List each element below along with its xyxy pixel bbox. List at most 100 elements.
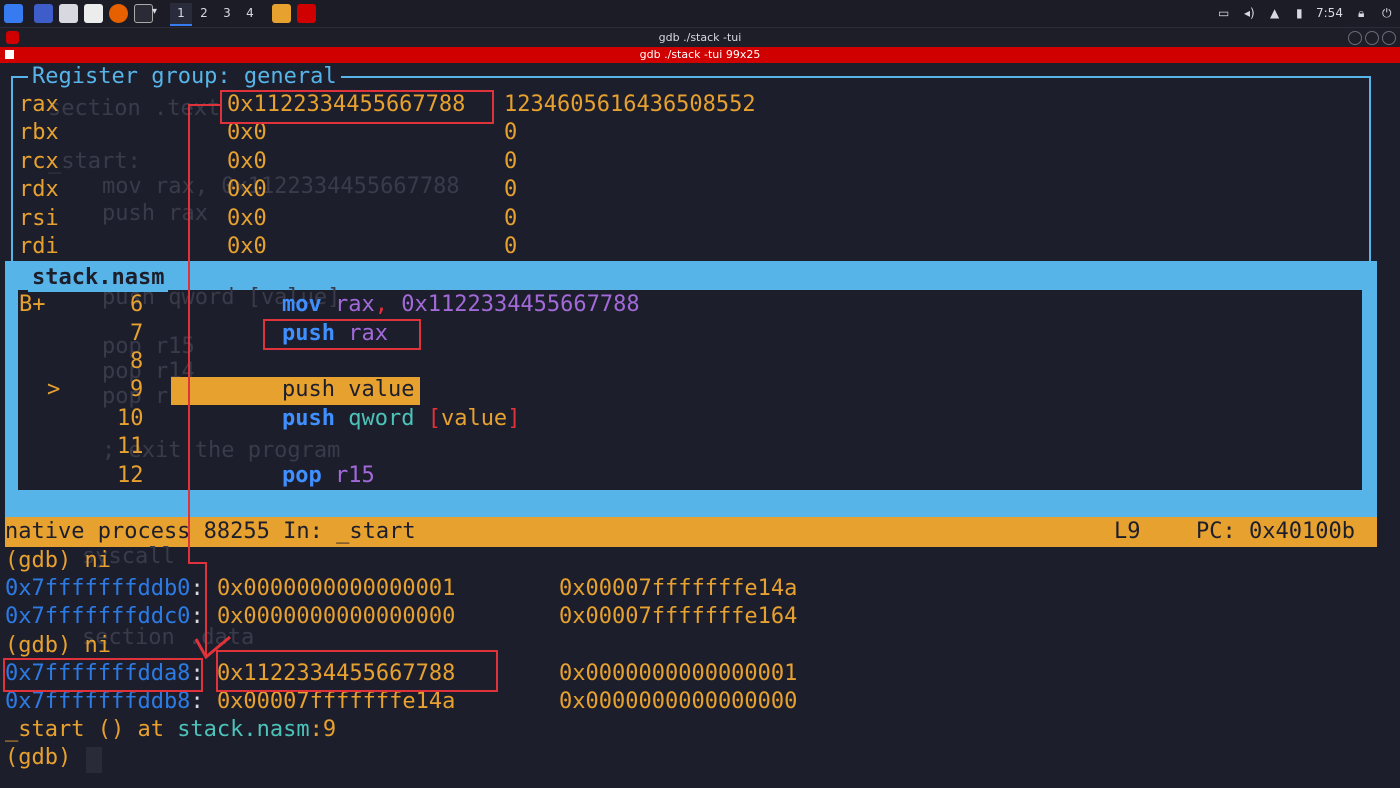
text-editor-icon[interactable] <box>84 4 103 23</box>
register-name: rsi <box>19 205 59 231</box>
current-line-marker: > <box>47 377 61 402</box>
close-button[interactable] <box>1382 31 1396 45</box>
terminal-tab-title: gdb ./stack -tui 99x25 <box>639 48 761 61</box>
memory-value: 0x0000000000000001 <box>559 661 798 686</box>
register-name: rax <box>19 92 59 117</box>
battery-icon[interactable]: ▮ <box>1296 5 1303 22</box>
window-title: gdb ./stack -tui <box>658 31 742 44</box>
workspace-3[interactable]: 3 <box>216 3 238 24</box>
terminal[interactable]: section .text _start: mov rax, 0x1122334… <box>0 63 1400 788</box>
terminal-tab-bar[interactable]: gdb ./stack -tui 99x25 <box>0 47 1400 63</box>
register-dec: 0 <box>504 177 518 203</box>
memory-value: 0x00007fffffffe14a <box>216 689 456 714</box>
memory-value: 0x0000000000000000 <box>559 689 798 714</box>
annotation-box-value <box>216 650 498 692</box>
annotation-arrowhead <box>194 635 231 660</box>
bracket: ] <box>507 406 521 431</box>
register-name: rcx <box>19 148 59 174</box>
memory-value: 0x0000000000000001 <box>216 576 456 601</box>
register-hex: 0x0 <box>227 148 267 174</box>
annotation-box-rax <box>220 90 494 124</box>
register-dec: 0 <box>504 120 518 146</box>
memory-value: 0x00007fffffffe164 <box>559 604 798 629</box>
source-panel-title: stack.nasm <box>28 264 169 292</box>
file-manager-icon[interactable] <box>59 4 78 23</box>
opcode: push <box>282 406 335 431</box>
memory-address: 0x7fffffffddb8 <box>5 689 191 714</box>
register-name: rdx <box>19 177 59 203</box>
ghost-text: pop r15 <box>102 334 195 359</box>
memory-address: 0x7fffffffddc0 <box>5 604 191 629</box>
workspace-4[interactable]: 4 <box>239 3 261 24</box>
register-name: rbx <box>19 120 59 146</box>
minimize-button[interactable] <box>1348 31 1362 45</box>
volume-icon[interactable]: ◂) <box>1244 5 1255 22</box>
status-process: native process 88255 In: _start <box>5 519 416 544</box>
firefox-icon[interactable] <box>109 4 128 23</box>
register-dec: 0 <box>504 148 518 174</box>
kali-menu-icon[interactable] <box>4 4 23 23</box>
status-bar: native process 88255 In: _start L9 PC: 0… <box>5 517 1377 547</box>
source-line-current[interactable]: push value <box>282 376 414 404</box>
register-dec: 0 <box>504 234 518 259</box>
operand: 0x1122334455667788 <box>387 292 640 317</box>
taskbar: ▾ 1 2 3 4 ▭ ◂) ▲ ▮ 7:54 🔒︎ ⏻ <box>0 0 1400 28</box>
terminal-cursor <box>86 747 102 773</box>
line-number: 8 <box>130 349 144 374</box>
terminal-icon[interactable] <box>134 4 153 23</box>
frame-function: _start () at <box>5 717 178 742</box>
memory-row: 0x7fffffffddc0: 0x0000000000000000 <box>5 604 456 629</box>
source-line[interactable]: push qword [value] <box>282 405 520 433</box>
register-hex: 0x0 <box>227 205 267 231</box>
clock[interactable]: 7:54 <box>1316 5 1343 22</box>
memory-row: 0x7fffffffddb0: 0x0000000000000001 <box>5 576 456 601</box>
terminal-app-icon <box>6 31 19 44</box>
annotation-arrow-line <box>188 104 190 564</box>
workspace-2[interactable]: 2 <box>193 3 215 24</box>
operand: 15 <box>348 463 375 488</box>
notification-icon[interactable]: ▲ <box>1270 5 1279 22</box>
operand: value <box>440 406 508 431</box>
status-line: L9 <box>1114 519 1141 544</box>
annotation-arrow-line <box>188 562 206 564</box>
line-number: 9 <box>130 377 144 402</box>
sublime-icon[interactable] <box>272 4 291 23</box>
terminal-window-icon[interactable] <box>297 4 316 23</box>
line-number: 11 <box>117 434 144 459</box>
register-panel-title: Register group: general <box>28 63 341 91</box>
register-hex: 0x0 <box>227 234 267 259</box>
opcode: mov <box>282 292 322 317</box>
line-number: 12 <box>117 463 144 488</box>
memory-row: 0x7fffffffddb8: 0x00007fffffffe14a <box>5 689 456 714</box>
gdb-prompt: (gdb) <box>5 745 72 770</box>
maximize-button[interactable] <box>1365 31 1379 45</box>
display-icon[interactable]: ▭ <box>1218 5 1229 22</box>
comma: , <box>374 292 388 317</box>
desktop-icon[interactable] <box>34 4 53 23</box>
annotation-arrow-line <box>188 104 220 106</box>
memory-value: 0x0000000000000000 <box>216 604 456 629</box>
workspace-1[interactable]: 1 <box>170 3 192 26</box>
operand: r <box>321 463 349 488</box>
memory-value: 0x00007fffffffe14a <box>559 576 798 601</box>
memory-address: 0x7fffffffddb0 <box>5 576 191 601</box>
power-icon[interactable]: ⏻ <box>1382 5 1392 22</box>
lock-icon[interactable]: 🔒︎ <box>1358 5 1364 22</box>
register-hex: 0x0 <box>227 177 267 203</box>
tab-icon <box>5 50 14 59</box>
chevron-down-icon[interactable]: ▾ <box>152 6 157 17</box>
frame-line: :9 <box>309 717 337 742</box>
bracket: [ <box>427 406 441 431</box>
annotation-box-push-rax <box>263 319 421 350</box>
opcode: pop <box>282 463 322 488</box>
source-line[interactable]: pop r15 <box>282 462 375 490</box>
line-number: 6 <box>130 292 144 317</box>
status-pc: PC: 0x40100b <box>1196 519 1355 544</box>
source-line[interactable]: mov rax, 0x1122334455667788 <box>282 291 640 319</box>
breakpoint-marker: B+ <box>19 292 46 317</box>
register-dec: 0 <box>504 205 518 231</box>
frame-info: _start () at stack.nasm:9 <box>5 716 336 744</box>
window-titlebar[interactable]: gdb ./stack -tui <box>0 28 1400 47</box>
operand: rax <box>321 292 375 317</box>
register-name: rdi <box>19 234 59 259</box>
